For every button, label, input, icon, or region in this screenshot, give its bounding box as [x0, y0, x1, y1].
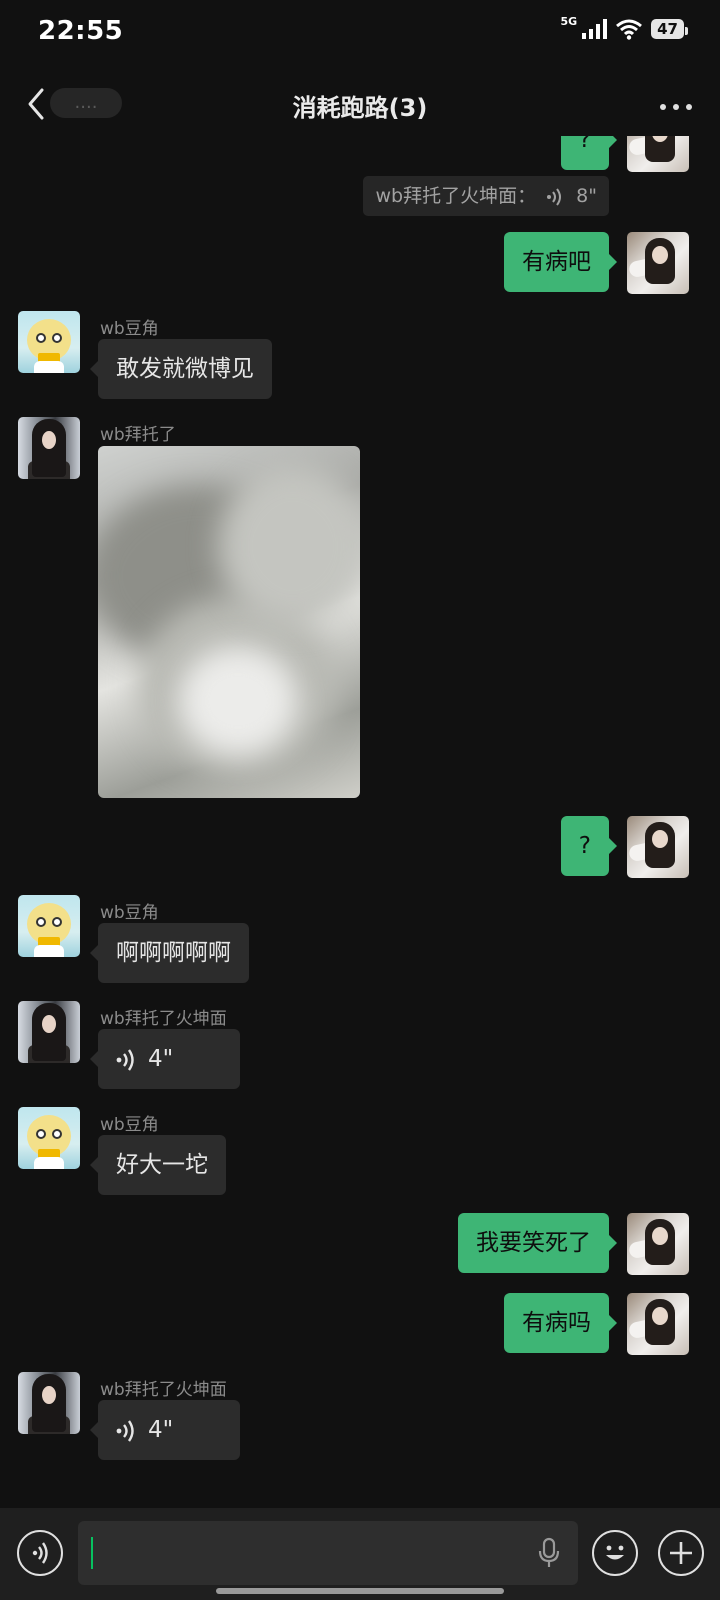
- voice-duration: 4": [148, 1417, 174, 1443]
- sender-name: wb拜托了火坤面: [100, 1380, 227, 1400]
- chat-header: .... 消耗跑路(3): [0, 76, 720, 136]
- plus-icon[interactable]: [658, 1530, 704, 1576]
- avatar-self[interactable]: [627, 1213, 689, 1275]
- sender-name: wb豆角: [100, 903, 159, 923]
- quote-duration: 8": [576, 185, 597, 207]
- network-label: 5G: [560, 14, 578, 28]
- more-icon[interactable]: [660, 104, 692, 110]
- input-bar: [0, 1508, 720, 1600]
- avatar-self[interactable]: [627, 232, 689, 294]
- avatar-huokunmian[interactable]: [18, 417, 80, 479]
- avatar-self[interactable]: [627, 816, 689, 878]
- message-list[interactable]: ? wb拜托了火坤面： 8" 有病吧 wb豆角 敢发就微博见 wb拜托了 ? w…: [0, 136, 720, 1508]
- message-bubble-incoming[interactable]: 啊啊啊啊啊: [90, 923, 249, 983]
- emoji-icon[interactable]: [592, 1530, 638, 1576]
- voice-duration: 4": [148, 1046, 174, 1072]
- message-bubble-outgoing[interactable]: ?: [560, 136, 618, 170]
- avatar-doujiao[interactable]: [18, 1107, 80, 1169]
- avatar-huokunmian[interactable]: [18, 1001, 80, 1063]
- voice-message[interactable]: 4": [90, 1029, 240, 1089]
- battery-indicator: 47: [651, 19, 688, 39]
- message-input[interactable]: [78, 1521, 578, 1585]
- sender-name: wb拜托了火坤面: [100, 1009, 227, 1029]
- signal-icon: [582, 19, 608, 39]
- voice-wave-icon: [116, 1048, 134, 1071]
- message-bubble-outgoing[interactable]: ?: [560, 816, 618, 876]
- status-time: 22:55: [38, 16, 124, 46]
- avatar-self[interactable]: [627, 1293, 689, 1355]
- voice-wave-icon: [116, 1419, 134, 1442]
- home-indicator[interactable]: [216, 1588, 504, 1594]
- avatar-self[interactable]: [627, 136, 689, 172]
- sender-name: wb豆角: [100, 319, 159, 339]
- message-bubble-outgoing[interactable]: 我要笑死了: [458, 1213, 617, 1273]
- avatar-doujiao[interactable]: [18, 311, 80, 373]
- chat-title: 消耗跑路(3): [292, 94, 428, 122]
- quote-sender: wb拜托了火坤面：: [375, 185, 537, 207]
- voice-wave-icon: [547, 187, 562, 206]
- avatar-huokunmian[interactable]: [18, 1372, 80, 1434]
- message-bubble-outgoing[interactable]: 有病吧: [504, 232, 617, 292]
- message-bubble-incoming[interactable]: 好大一坨: [90, 1135, 226, 1195]
- message-bubble-outgoing[interactable]: 有病吗: [504, 1293, 617, 1353]
- status-icons: 5G 47: [560, 14, 688, 40]
- image-message-blurred[interactable]: [98, 446, 360, 798]
- voice-toggle-icon[interactable]: [17, 1530, 63, 1576]
- voice-message[interactable]: 4": [90, 1400, 240, 1460]
- message-bubble-incoming[interactable]: 敢发就微博见: [90, 339, 272, 399]
- sender-name: wb拜托了: [100, 425, 176, 445]
- sender-name: wb豆角: [100, 1115, 159, 1135]
- avatar-doujiao[interactable]: [18, 895, 80, 957]
- wifi-icon: [616, 19, 643, 40]
- status-bar: 22:55 5G 47: [0, 0, 720, 66]
- text-caret: [91, 1537, 93, 1569]
- quoted-voice-reference[interactable]: wb拜托了火坤面： 8": [363, 176, 609, 216]
- mic-icon[interactable]: [538, 1537, 560, 1569]
